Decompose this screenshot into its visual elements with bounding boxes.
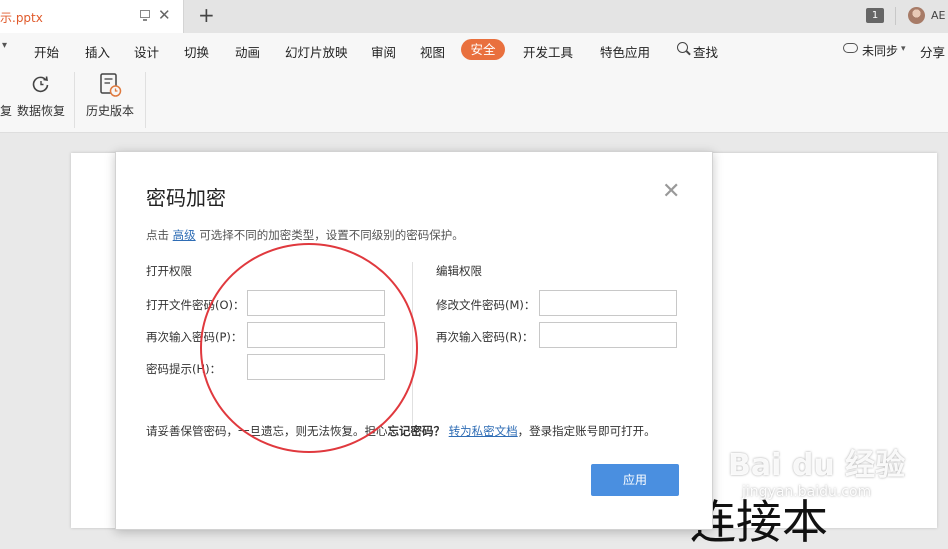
confirm-modify-password-field[interactable] [539, 322, 677, 348]
history-version-label: 历史版本 [86, 104, 135, 118]
menu-item-insert[interactable]: 插入 [85, 42, 110, 61]
menu-item-security[interactable]: 安全 [461, 39, 505, 60]
advanced-link[interactable]: 高级 [173, 228, 196, 242]
menu-item-animation[interactable]: 动画 [235, 42, 260, 61]
divider [895, 7, 896, 25]
search-icon[interactable] [677, 42, 688, 53]
menu-item-transition[interactable]: 切换 [184, 42, 209, 61]
document-tab[interactable]: 示.pptx ✕ [0, 0, 184, 33]
cloud-icon[interactable] [843, 43, 858, 53]
dialog-title: 密码加密 [146, 186, 226, 210]
chevron-down-icon[interactable]: ▾ [2, 40, 7, 51]
history-version-icon [100, 73, 122, 97]
dialog-description: 点击 高级 可选择不同的加密类型，设置不同级别的密码保护。 [146, 227, 464, 243]
password-warning: 请妥善保管密码，一旦遗忘，则无法恢复。担心忘记密码？ 转为私密文档，登录指定账号… [146, 423, 656, 439]
ribbon-partial-label[interactable]: 复 [0, 102, 12, 119]
confirm-modify-password-label: 再次输入密码(R)： [436, 330, 534, 344]
convert-private-document-link[interactable]: 转为私密文档 [449, 424, 518, 438]
close-icon[interactable]: ✕ [662, 180, 680, 204]
description-suffix: 可选择不同的加密类型，设置不同级别的密码保护。 [199, 228, 464, 242]
chevron-down-icon[interactable]: ▾ [901, 44, 906, 54]
data-recovery-label: 数据恢复 [17, 104, 66, 118]
menu-item-view[interactable]: 视图 [420, 42, 445, 61]
red-annotation-circle [200, 243, 418, 453]
history-version-button[interactable]: 历史版本 [83, 66, 139, 130]
title-bar: 示.pptx ✕ + 1 AE [0, 0, 948, 33]
sync-status[interactable]: 未同步 [862, 42, 898, 59]
monitor-icon[interactable] [140, 10, 150, 21]
document-tab-title: 示.pptx [0, 11, 43, 25]
new-tab-icon[interactable]: + [198, 3, 215, 27]
ribbon-toolbar: 复 数据恢复 历史版本 [0, 66, 948, 133]
menu-item-review[interactable]: 审阅 [371, 42, 396, 61]
close-icon[interactable]: ✕ [158, 5, 171, 25]
description-prefix: 点击 [146, 228, 169, 242]
apply-button[interactable]: 应用 [591, 464, 679, 496]
data-recovery-icon [32, 76, 49, 93]
divider [145, 72, 146, 128]
share-button[interactable]: 分享 [920, 42, 945, 61]
modify-password-label: 修改文件密码(M)： [436, 298, 536, 312]
divider [74, 72, 75, 128]
menu-item-slideshow[interactable]: 幻灯片放映 [285, 42, 348, 61]
forgot-password-text: 忘记密码？ [387, 424, 446, 438]
edit-permission-heading: 编辑权限 [436, 264, 482, 278]
menu-item-design[interactable]: 设计 [134, 42, 159, 61]
menu-item-developer-tools[interactable]: 开发工具 [523, 42, 573, 61]
window-count-badge[interactable]: 1 [866, 8, 884, 23]
menu-item-find[interactable]: 查找 [693, 42, 718, 61]
user-name[interactable]: AE [931, 9, 945, 22]
warning-suffix: ，登录指定账号即可打开。 [517, 424, 656, 438]
menu-item-start[interactable]: 开始 [34, 42, 59, 61]
avatar[interactable] [908, 7, 925, 24]
modify-password-field[interactable] [539, 290, 677, 316]
watermark-url: jingyan.baidu.com [742, 484, 872, 500]
menu-item-special-apps[interactable]: 特色应用 [600, 42, 650, 61]
menu-bar: ▾ 开始 插入 设计 切换 动画 幻灯片放映 审阅 视图 安全 开发工具 特色应… [0, 33, 948, 66]
data-recovery-button[interactable]: 数据恢复 [16, 66, 70, 130]
baidu-jingyan-watermark: Bai du 经验 [728, 448, 906, 483]
open-permission-heading: 打开权限 [146, 264, 192, 278]
